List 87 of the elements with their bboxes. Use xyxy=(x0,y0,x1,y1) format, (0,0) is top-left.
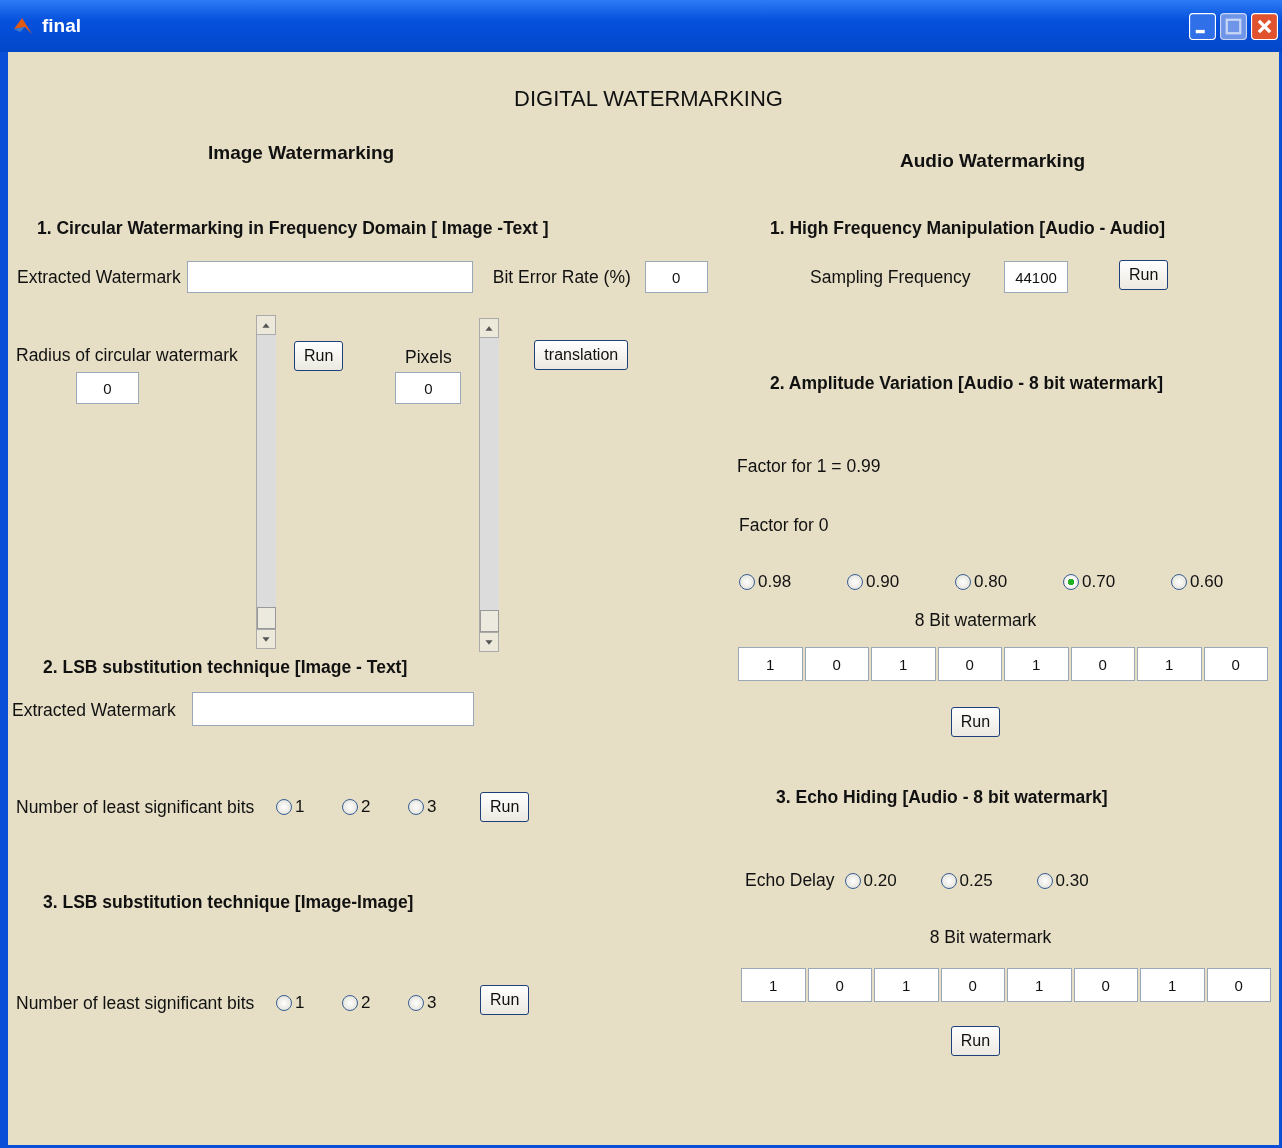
radio-option[interactable]: 0.90 xyxy=(847,572,955,592)
radio-option[interactable]: 0.20 xyxy=(844,870,941,891)
section-heading: 2. LSB substitution technique [Image - Text] xyxy=(43,657,408,678)
section-title: Audio Watermarking xyxy=(900,150,1086,172)
radio-button[interactable] xyxy=(276,995,292,1011)
bit-field[interactable]: 1 xyxy=(741,968,806,1002)
field-label: Radius of circular watermark xyxy=(16,345,238,366)
radio-option[interactable]: 0.25 xyxy=(940,870,1037,891)
radio-button[interactable] xyxy=(1063,574,1079,590)
bit-field[interactable]: 1 xyxy=(874,968,939,1002)
field-label: Echo Delay xyxy=(745,870,835,891)
page-heading: DIGITAL WATERMARKING xyxy=(513,86,784,112)
radio-option[interactable]: 0.70 xyxy=(1063,572,1171,592)
bit-field[interactable]: 1 xyxy=(1004,647,1069,681)
radio-option[interactable]: 2 xyxy=(342,797,408,817)
sampling-frequency-field[interactable]: 44100 xyxy=(1004,261,1068,293)
field-label: Pixels xyxy=(405,347,452,368)
field-label: Bit Error Rate (%) xyxy=(492,266,631,288)
radio-option[interactable]: 0.60 xyxy=(1171,572,1279,592)
radio-button[interactable] xyxy=(844,872,861,889)
bit-field[interactable]: 0 xyxy=(1070,647,1135,681)
section-heading: 3. LSB substitution technique [Image-Image] xyxy=(43,892,414,913)
close-icon[interactable] xyxy=(1251,12,1278,40)
radius-field[interactable]: 0 xyxy=(76,372,139,404)
maximize-icon[interactable] xyxy=(1220,12,1247,40)
bit-field[interactable]: 1 xyxy=(1007,968,1072,1002)
run-button[interactable]: Run xyxy=(480,792,530,822)
run-button[interactable]: Run xyxy=(294,341,344,371)
bit-field[interactable]: 0 xyxy=(804,647,869,681)
radio-button[interactable] xyxy=(739,574,755,590)
field-label: Sampling Frequency xyxy=(810,266,972,288)
radio-option[interactable]: 0.30 xyxy=(1036,870,1133,891)
section-title: Image Watermarking xyxy=(208,142,395,164)
radio-button[interactable] xyxy=(955,574,971,590)
extracted-watermark-field[interactable] xyxy=(191,692,474,726)
radio-option[interactable]: 3 xyxy=(408,993,474,1013)
bit-field[interactable]: 1 xyxy=(1140,968,1205,1002)
bit-error-rate-field[interactable]: 0 xyxy=(644,261,708,293)
radio-button[interactable] xyxy=(1171,574,1187,590)
radio-button[interactable] xyxy=(940,872,957,889)
pixels-field[interactable]: 0 xyxy=(395,372,462,404)
radio-button[interactable] xyxy=(847,574,863,590)
radio-button[interactable] xyxy=(342,799,358,815)
radio-option[interactable]: 3 xyxy=(408,797,474,817)
radio-button[interactable] xyxy=(1036,872,1053,889)
section-heading: 2. Amplitude Variation [Audio - 8 bit watermark] xyxy=(770,373,1164,394)
bit-field[interactable]: 0 xyxy=(1206,968,1271,1002)
run-button[interactable]: Run xyxy=(1119,260,1169,290)
bit-field[interactable]: 1 xyxy=(738,647,803,681)
field-label: Extracted Watermark xyxy=(12,700,176,721)
slider-thumb[interactable] xyxy=(480,610,500,632)
slider-thumb[interactable] xyxy=(257,607,276,629)
radio-button[interactable] xyxy=(342,995,358,1011)
field-label: Extracted Watermark xyxy=(17,266,181,288)
bit-field[interactable]: 0 xyxy=(940,968,1005,1002)
radio-option[interactable]: 0.80 xyxy=(955,572,1063,592)
radio-button[interactable] xyxy=(276,799,292,815)
radio-option[interactable]: 2 xyxy=(342,993,408,1013)
section-heading: 1. High Frequency Manipulation [Audio - Audio] xyxy=(770,218,1166,239)
bit-field[interactable]: 1 xyxy=(1137,647,1202,681)
pixels-slider[interactable] xyxy=(479,318,500,652)
extracted-watermark-field[interactable] xyxy=(186,261,473,293)
field-label: Number of least significant bits xyxy=(16,796,256,818)
radio-option[interactable]: 1 xyxy=(276,993,342,1013)
translation-button[interactable]: translation xyxy=(534,340,629,370)
bit-field[interactable]: 0 xyxy=(937,647,1002,681)
factor-label: Factor for 0 xyxy=(739,515,829,536)
minimize-icon[interactable] xyxy=(1189,12,1216,40)
bits-label: 8 Bit watermark xyxy=(929,927,1052,948)
bit-field[interactable]: 0 xyxy=(1203,647,1268,681)
run-button[interactable]: Run xyxy=(480,985,530,1015)
run-button[interactable]: Run xyxy=(950,707,1001,737)
bits-label: 8 Bit watermark xyxy=(914,610,1037,631)
bit-field[interactable]: 1 xyxy=(871,647,936,681)
bit-field[interactable]: 0 xyxy=(1073,968,1138,1002)
factor-label: Factor for 1 = 0.99 xyxy=(737,456,881,477)
section-heading: 1. Circular Watermarking in Frequency Domain [ Image -Text ] xyxy=(37,218,549,239)
section-heading: 3. Echo Hiding [Audio - 8 bit watermark] xyxy=(776,787,1108,808)
field-label: Number of least significant bits xyxy=(16,992,256,1014)
radio-button[interactable] xyxy=(408,995,424,1011)
radio-button[interactable] xyxy=(408,799,424,815)
radio-option[interactable]: 0.98 xyxy=(739,572,847,592)
window-title: final xyxy=(42,15,82,37)
run-button[interactable]: Run xyxy=(950,1026,1001,1056)
radius-slider[interactable] xyxy=(256,315,276,649)
bit-field[interactable]: 0 xyxy=(807,968,872,1002)
radio-option[interactable]: 1 xyxy=(276,797,342,817)
